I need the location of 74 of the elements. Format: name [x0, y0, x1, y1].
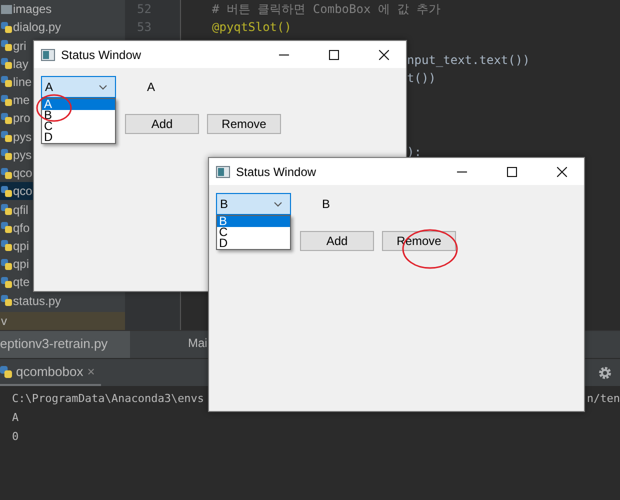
file-icon	[1, 168, 12, 179]
value-label: A	[147, 80, 156, 94]
add-button[interactable]: Add	[300, 231, 374, 251]
file-icon	[1, 131, 12, 142]
project-item[interactable]: qfo	[0, 218, 31, 237]
value-label: B	[322, 197, 330, 211]
project-item[interactable]: qfil	[0, 200, 30, 219]
console-line: A	[12, 411, 19, 426]
combo-box[interactable]: A	[41, 76, 116, 98]
file-icon	[1, 276, 12, 288]
file-icon	[1, 149, 12, 160]
remove-button[interactable]: Remove	[207, 114, 281, 134]
window-icon	[216, 166, 230, 178]
console-line: 0	[12, 430, 19, 445]
project-item[interactable]: dialog.py	[0, 18, 62, 36]
dropdown-item[interactable]: D	[217, 238, 290, 249]
excluded-folder-row[interactable]: v	[0, 312, 125, 330]
add-button[interactable]: Add	[125, 114, 199, 134]
window-title: Status Window	[61, 48, 142, 62]
code-line: # 버튼 클릭하면 ComboBox 에 값 추가	[211, 0, 440, 18]
file-icon	[1, 222, 12, 234]
console-line: n/ten	[586, 392, 620, 407]
dropdown-item[interactable]: C	[42, 121, 115, 132]
combo-box[interactable]: B	[216, 193, 291, 215]
window-icon	[41, 48, 55, 60]
close-icon	[557, 166, 567, 176]
file-icon	[1, 186, 12, 197]
project-item[interactable]: status.py	[0, 292, 62, 310]
project-item[interactable]: me	[0, 91, 31, 110]
project-item[interactable]: qco	[0, 164, 34, 182]
dropdown-item[interactable]: B	[217, 216, 290, 227]
project-item[interactable]: qpi	[0, 255, 30, 274]
file-icon	[1, 258, 12, 270]
close-icon	[379, 50, 389, 60]
file-icon	[1, 94, 12, 106]
file-icon	[1, 22, 12, 33]
editor-tab[interactable]: eptionv3-retrain.py	[0, 331, 130, 358]
chevron-icon	[99, 84, 107, 90]
maximize-icon	[329, 50, 339, 60]
console-line: C:\ProgramData\Anaconda3\envs	[12, 392, 204, 407]
project-item[interactable]: pys	[0, 146, 33, 164]
file-icon	[1, 76, 12, 88]
run-tab[interactable]: qcombobox ×	[0, 359, 101, 386]
close-tab-button[interactable]: ×	[87, 364, 95, 379]
project-item[interactable]: pro	[0, 109, 32, 128]
project-item[interactable]: gri	[0, 36, 28, 55]
project-item[interactable]: qco	[0, 182, 34, 200]
project-item[interactable]: pys	[0, 128, 33, 146]
file-icon	[1, 112, 12, 124]
dropdown-item[interactable]: D	[42, 132, 115, 143]
file-icon	[0, 366, 12, 378]
project-item[interactable]: qpi	[0, 236, 30, 256]
dropdown-item[interactable]: B	[42, 110, 115, 121]
chevron-icon	[274, 202, 282, 206]
project-item[interactable]: images	[0, 0, 53, 18]
code-line: ):	[407, 145, 422, 159]
file-icon	[1, 58, 12, 70]
editor-tab[interactable]: Mai	[130, 331, 208, 358]
file-icon	[1, 295, 12, 306]
code-line: t())	[407, 71, 436, 85]
code-line: @pyqtSlot()	[211, 20, 292, 34]
file-icon	[1, 40, 12, 52]
project-item[interactable]: qte	[0, 273, 31, 292]
settings-icon[interactable]	[598, 366, 612, 380]
project-item[interactable]: line	[0, 72, 33, 92]
window-title: Status Window	[236, 164, 316, 178]
code-line: nput_text.text())	[407, 53, 530, 67]
dropdown-item[interactable]: C	[217, 227, 290, 238]
file-icon	[1, 240, 12, 252]
maximize-icon	[507, 166, 517, 176]
file-icon	[1, 204, 12, 216]
dropdown-item[interactable]: A	[42, 99, 115, 110]
project-item[interactable]: lay	[0, 54, 30, 73]
folder-icon	[1, 4, 12, 14]
